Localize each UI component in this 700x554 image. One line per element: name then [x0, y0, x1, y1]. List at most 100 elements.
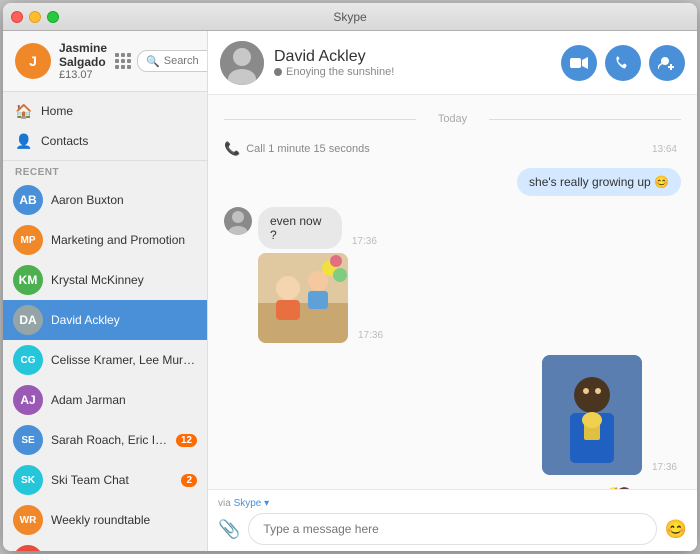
- outgoing-photo: [542, 355, 642, 475]
- maximize-button[interactable]: [47, 11, 59, 23]
- contact-item-celisse[interactable]: CG Celisse Kramer, Lee Murphy, MJ...: [3, 340, 207, 380]
- main-content: J Jasmine Salgado £13.07 🔍: [3, 31, 697, 551]
- avatar-sarah: SE: [13, 425, 43, 455]
- recent-label: RECENT: [3, 161, 207, 180]
- incoming-photo: [258, 253, 348, 343]
- contact-name-marketing: Marketing and Promotion: [51, 233, 197, 247]
- contact-item-ski[interactable]: SK Ski Team Chat 2: [3, 460, 207, 500]
- emoji-button[interactable]: 😊: [665, 519, 687, 540]
- app-window: Skype J Jasmine Salgado £13.07: [3, 3, 697, 551]
- video-call-button[interactable]: [561, 45, 597, 81]
- contact-item-krystal[interactable]: KM Krystal McKinney: [3, 260, 207, 300]
- call-notification: 📞 Call 1 minute 15 seconds 13:64: [224, 137, 681, 161]
- chat-contact-info: David Ackley Enoying the sunshine!: [274, 48, 551, 78]
- contacts-icon: 👤: [15, 132, 33, 150]
- contacts-label: Contacts: [41, 134, 88, 148]
- phone-icon: [615, 55, 631, 71]
- search-box[interactable]: 🔍: [137, 50, 208, 72]
- traffic-lights: [11, 11, 59, 23]
- date-divider: Today: [224, 113, 681, 125]
- sidebar: J Jasmine Salgado £13.07 🔍: [3, 31, 208, 551]
- chat-footer: via Skype ▾ 📎 😊: [208, 489, 697, 551]
- contact-item-weekly[interactable]: WR Weekly roundtable: [3, 500, 207, 540]
- search-input[interactable]: [164, 55, 208, 67]
- msg-avatar-david: [224, 207, 252, 235]
- outgoing-photo-group: 17:36: [224, 355, 681, 475]
- avatar-adam: AJ: [13, 385, 43, 415]
- attach-button[interactable]: 📎: [218, 519, 240, 540]
- sidebar-item-home[interactable]: 🏠 Home: [3, 96, 207, 126]
- message-input[interactable]: [248, 513, 656, 545]
- contact-item-david[interactable]: DA David Ackley: [3, 300, 207, 340]
- message-bubble-outgoing-1: she's really growing up 😊: [517, 168, 681, 196]
- call-icon: 📞: [224, 141, 240, 157]
- user-avatar: J: [15, 43, 51, 79]
- contact-list: AB Aaron Buxton MP Marketing and Promoti…: [3, 180, 207, 551]
- input-row: 📎 😊: [218, 513, 687, 545]
- user-info: Jasmine Salgado £13.07: [59, 41, 107, 81]
- photo-svg-2: [542, 355, 642, 475]
- contact-item-aaron[interactable]: AB Aaron Buxton: [3, 180, 207, 220]
- message-row-outgoing-1: she's really growing up 😊: [224, 168, 681, 196]
- chat-contact-status-text: Enoying the sunshine!: [286, 66, 394, 78]
- chat-actions: [561, 45, 685, 81]
- chat-messages[interactable]: Today 📞 Call 1 minute 15 seconds 13:64 s…: [208, 95, 697, 489]
- avatar-babak: BS: [13, 545, 43, 551]
- contact-name-ski: Ski Team Chat: [51, 473, 173, 487]
- contact-name-adam: Adam Jarman: [51, 393, 197, 407]
- user-name: Jasmine Salgado: [59, 41, 107, 69]
- minimize-button[interactable]: [29, 11, 41, 23]
- home-icon: 🏠: [15, 102, 33, 120]
- badge-sarah: 12: [176, 434, 197, 447]
- incoming-group: even now ? 17:36: [224, 207, 681, 343]
- contact-item-marketing[interactable]: MP Marketing and Promotion: [3, 220, 207, 260]
- avatar-krystal: KM: [13, 265, 43, 295]
- home-label: Home: [41, 104, 73, 118]
- avatar-celisse: CG: [13, 345, 43, 375]
- contact-item-adam[interactable]: AJ Adam Jarman: [3, 380, 207, 420]
- close-button[interactable]: [11, 11, 23, 23]
- message-bubble-incoming-1: even now ?: [258, 207, 342, 249]
- voice-call-button[interactable]: [605, 45, 641, 81]
- via-skype-link[interactable]: Skype ▾: [234, 498, 270, 509]
- outgoing-photo-row: 17:36: [542, 355, 681, 475]
- sidebar-header: J Jasmine Salgado £13.07 🔍: [3, 31, 207, 92]
- contact-item-sarah[interactable]: SE Sarah Roach, Eric Ishida 12: [3, 420, 207, 460]
- chat-area: David Ackley Enoying the sunshine!: [208, 31, 697, 551]
- add-contact-button[interactable]: [649, 45, 685, 81]
- search-icon: 🔍: [146, 55, 160, 68]
- call-time: 13:64: [648, 144, 681, 155]
- window-title: Skype: [333, 10, 366, 24]
- chat-contact-status: Enoying the sunshine!: [274, 66, 551, 78]
- header-icons: 🔍: [115, 50, 208, 72]
- status-dot-offline: [274, 68, 282, 76]
- photo-svg-1: [258, 253, 348, 343]
- chat-contact-name: David Ackley: [274, 48, 551, 66]
- chat-header: David Ackley Enoying the sunshine!: [208, 31, 697, 95]
- grid-icon[interactable]: [115, 53, 131, 69]
- user-credit: £13.07: [59, 69, 107, 81]
- incoming-photo-row: 17:36: [258, 253, 387, 343]
- incoming-messages: even now ? 17:36: [258, 207, 387, 343]
- via-skype: via Skype ▾: [218, 496, 687, 513]
- contact-name-aaron: Aaron Buxton: [51, 193, 197, 207]
- avatar-david: DA: [13, 305, 43, 335]
- chat-contact-avatar: [220, 41, 264, 85]
- badge-ski: 2: [181, 474, 197, 487]
- contact-photo-svg: [220, 41, 264, 85]
- contact-name-weekly: Weekly roundtable: [51, 513, 197, 527]
- outgoing-photo-time: 17:36: [648, 462, 681, 473]
- msg-avatar-svg: [224, 207, 252, 235]
- titlebar: Skype: [3, 3, 697, 31]
- incoming-time-1: 17:36: [348, 236, 381, 247]
- avatar-aaron: AB: [13, 185, 43, 215]
- contact-name-david: David Ackley: [51, 313, 197, 327]
- contact-name-krystal: Krystal McKinney: [51, 273, 197, 287]
- sidebar-item-contacts[interactable]: 👤 Contacts: [3, 126, 207, 156]
- call-text: Call 1 minute 15 seconds: [246, 143, 370, 155]
- nav-items: 🏠 Home 👤 Contacts: [3, 92, 207, 161]
- user-avatar-placeholder: J: [15, 43, 51, 79]
- contact-item-babak[interactable]: BS Babak-Shammas: [3, 540, 207, 551]
- incoming-photo-time: 17:36: [354, 330, 387, 341]
- avatar-ski: SK: [13, 465, 43, 495]
